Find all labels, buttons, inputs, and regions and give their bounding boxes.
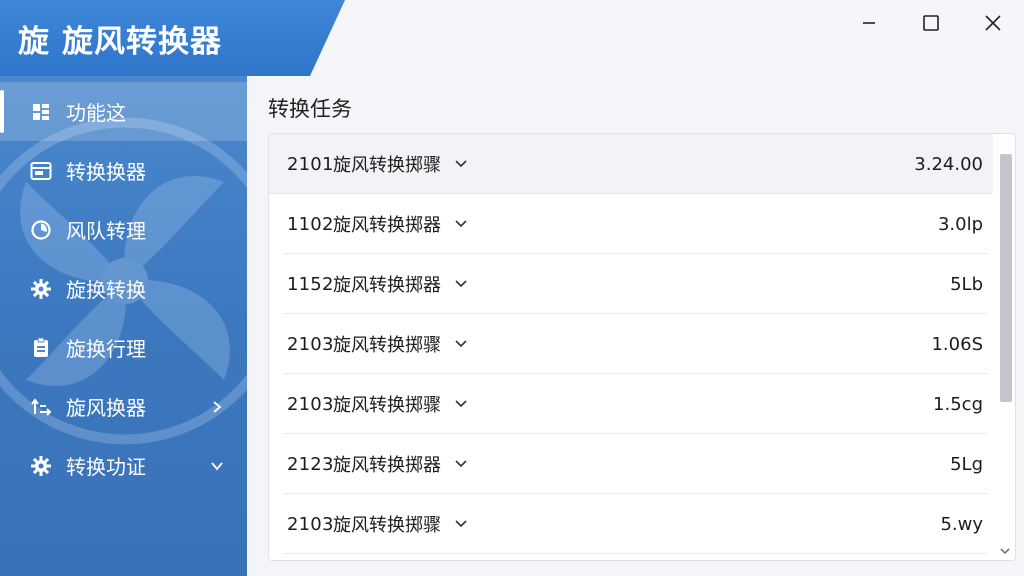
scroll-thumb[interactable] <box>1000 154 1012 402</box>
task-row[interactable]: 2123 旋风转换掷器 5Lg <box>269 434 993 494</box>
task-name: 旋风转换掷器 <box>333 215 441 236</box>
sidebar-item-label: 旋换行理 <box>66 337 146 361</box>
sidebar-item-converter[interactable]: 转换换器 <box>0 141 247 200</box>
task-name: 旋风转换掷骤 <box>333 155 441 176</box>
sidebar-nav: 功能这 转换换器 风队转理 旋换转换 旋换行理 旋风换器 转换功证 <box>0 82 247 495</box>
sidebar-item-label: 功能这 <box>66 101 126 125</box>
sidebar-item-transfer[interactable]: 旋风换器 <box>0 377 247 436</box>
task-value: 5Lb <box>950 273 983 295</box>
task-value: 1.06S <box>931 333 983 355</box>
task-name: 旋风转换掷器 <box>333 455 441 476</box>
task-id: 1102 <box>287 213 334 235</box>
maximize-button[interactable] <box>900 0 962 46</box>
sidebar-item-label: 转换换器 <box>66 160 146 184</box>
task-value: 3.0lp <box>937 213 983 235</box>
main-content: 转换任务 2101 旋风转换掷骤 3.24.00 1102 旋风转换掷器 3.0… <box>247 76 1024 576</box>
sidebar-item-label: 旋换转换 <box>66 278 146 302</box>
minimize-icon <box>863 22 875 24</box>
task-id: 1152 <box>287 273 334 295</box>
sidebar-item-queue[interactable]: 风队转理 <box>0 200 247 259</box>
app-window: 旋旋风转换器 功能这 转换换器 风队转理 旋换转换 旋换行理 旋风换器 转换功证… <box>0 0 1024 576</box>
sidebar-item-convert[interactable]: 旋换转换 <box>0 259 247 318</box>
window-controls <box>838 0 1024 46</box>
task-value: 3.24.00 <box>914 153 983 175</box>
chevron-down-icon <box>207 461 227 471</box>
sidebar: 功能这 转换换器 风队转理 旋换转换 旋换行理 旋风换器 转换功证 <box>0 76 247 576</box>
sidebar-item-label: 旋风换器 <box>66 396 146 420</box>
gear-icon <box>30 278 52 300</box>
task-name: 旋风转换掷骤 <box>333 395 441 416</box>
task-panel: 2101 旋风转换掷骤 3.24.00 1102 旋风转换掷器 3.0lp 11… <box>268 133 1016 561</box>
task-name: 旋风转换掷器 <box>333 275 441 296</box>
minimize-button[interactable] <box>838 0 900 46</box>
scrollbar[interactable] <box>995 134 1013 560</box>
task-row[interactable]: 2103 旋风转换掷骤 5.wy <box>269 494 993 554</box>
chevron-down-icon[interactable] <box>455 280 467 288</box>
task-id: 2103 <box>287 513 334 535</box>
gear-icon <box>30 455 52 477</box>
chevron-down-icon[interactable] <box>455 220 467 228</box>
task-value: 5Lg <box>950 453 983 475</box>
chevron-down-icon[interactable] <box>455 160 467 168</box>
close-icon <box>985 15 1001 31</box>
sidebar-item-functions[interactable]: 功能这 <box>0 82 247 141</box>
sidebar-item-label: 风队转理 <box>66 219 146 243</box>
brand-banner: 旋旋风转换器 <box>0 0 345 76</box>
chevron-right-icon <box>207 400 227 414</box>
grid-icon <box>30 101 52 123</box>
section-title: 转换任务 <box>268 97 352 121</box>
title-bar: 旋旋风转换器 <box>0 0 1024 76</box>
sidebar-item-verify[interactable]: 转换功证 <box>0 436 247 495</box>
app-name: 旋风转换器 <box>62 24 222 60</box>
chevron-down-icon[interactable] <box>455 340 467 348</box>
task-row[interactable]: 2103 旋风转换掷骤 1.06S <box>269 314 993 374</box>
chevron-down-icon[interactable] <box>455 460 467 468</box>
task-row[interactable]: 1102 旋风转换掷器 3.0lp <box>269 194 993 254</box>
task-name: 旋风转换掷骤 <box>333 515 441 536</box>
task-value: 5.wy <box>940 513 983 535</box>
close-button[interactable] <box>962 0 1024 46</box>
clock-icon <box>30 219 52 241</box>
task-id: 2123 <box>287 453 334 475</box>
task-id: 2103 <box>287 393 334 415</box>
task-value: 1.5cg <box>933 393 983 415</box>
chevron-down-icon[interactable] <box>455 400 467 408</box>
scroll-down-arrow-icon[interactable] <box>999 546 1011 556</box>
logo-glyph: 旋 <box>18 24 50 60</box>
task-row[interactable]: 2101 旋风转换掷骤 3.24.00 <box>269 134 993 194</box>
clipboard-icon <box>30 337 52 359</box>
sidebar-item-management[interactable]: 旋换行理 <box>0 318 247 377</box>
task-name: 旋风转换掷骤 <box>333 335 441 356</box>
maximize-icon <box>923 15 939 31</box>
window-icon <box>30 160 52 182</box>
task-row[interactable]: 2103 旋风转换掷骤 1.5cg <box>269 374 993 434</box>
sidebar-item-label: 转换功证 <box>66 455 146 479</box>
task-list: 2101 旋风转换掷骤 3.24.00 1102 旋风转换掷器 3.0lp 11… <box>269 134 993 554</box>
task-id: 2103 <box>287 333 334 355</box>
transfer-icon <box>30 396 52 418</box>
app-title: 旋旋风转换器 <box>18 16 222 61</box>
task-id: 2101 <box>287 153 334 175</box>
task-row[interactable]: 1152 旋风转换掷器 5Lb <box>269 254 993 314</box>
chevron-down-icon[interactable] <box>455 520 467 528</box>
